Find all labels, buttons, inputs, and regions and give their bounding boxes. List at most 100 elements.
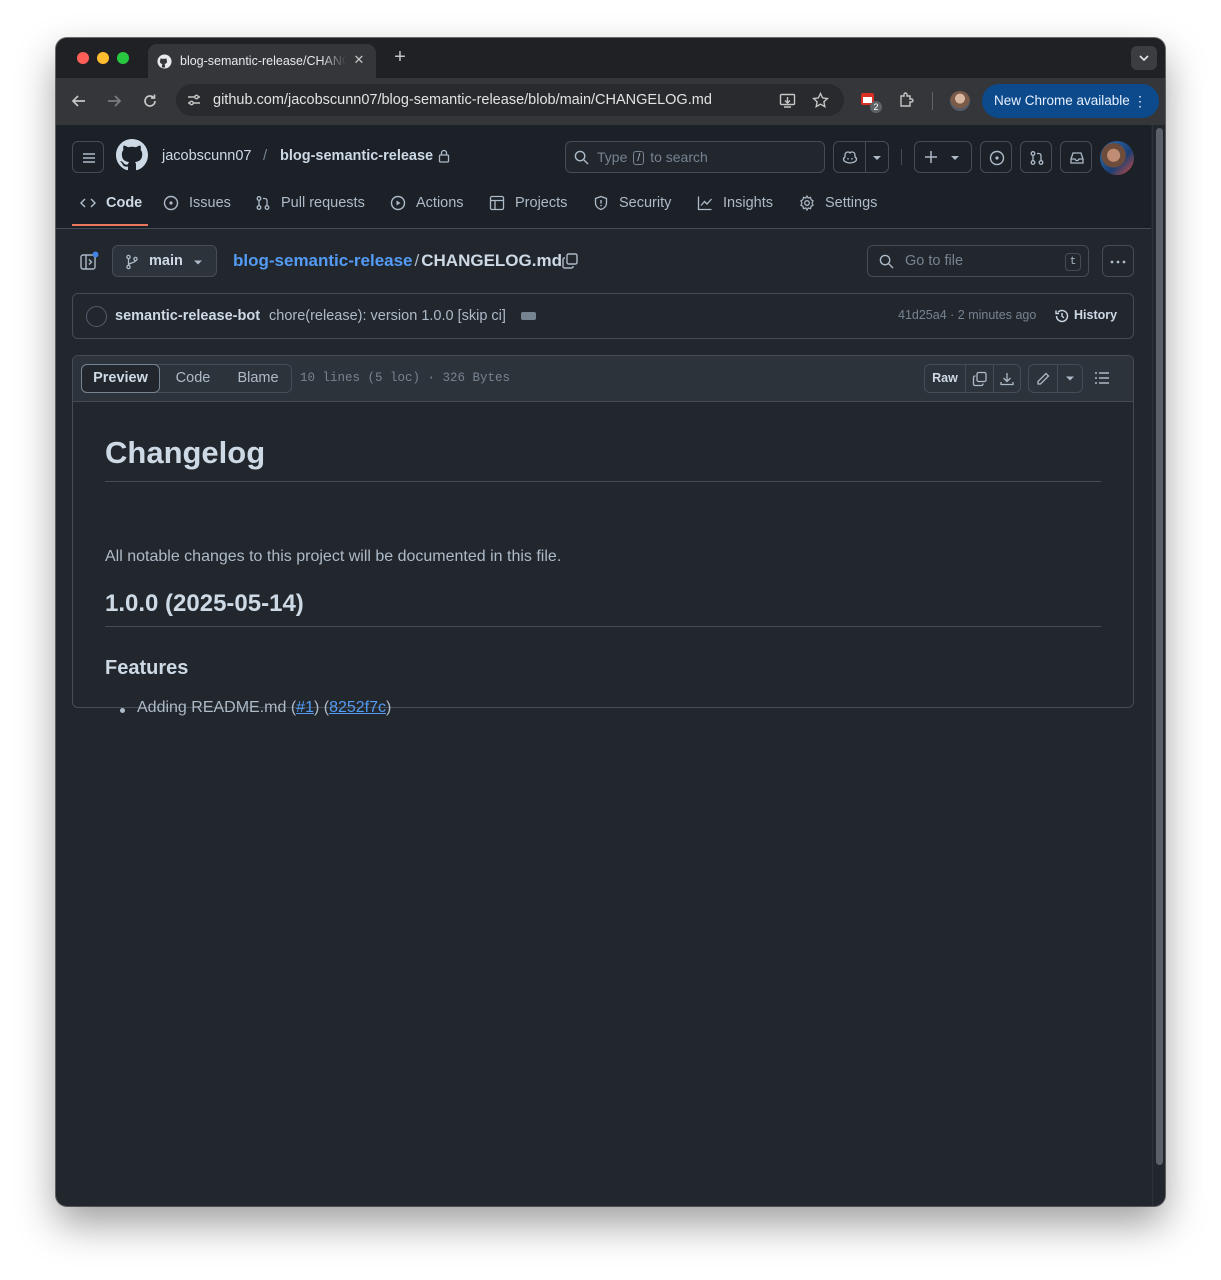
hamburger-menu-button[interactable]: [72, 141, 104, 173]
tab-projects-label: Projects: [515, 195, 568, 211]
caret-down-icon: [194, 260, 202, 265]
commit-sha-time[interactable]: 41d25a4 · 2 minutes ago: [898, 308, 1036, 322]
raw-group-divider: [993, 365, 994, 392]
view-mode-segmented-control: Preview Code Blame: [81, 364, 292, 393]
forward-icon[interactable]: [105, 92, 123, 110]
breadcrumb-separator: /: [414, 251, 420, 270]
new-tab-icon[interactable]: +: [391, 47, 409, 67]
list-unordered-icon[interactable]: [1094, 370, 1110, 386]
shield-icon: [594, 195, 608, 211]
search-icon: [879, 254, 894, 269]
copilot-button[interactable]: [833, 141, 889, 173]
issue-opened-icon: [163, 195, 179, 211]
pencil-icon[interactable]: [1035, 371, 1051, 387]
maximize-window-button[interactable]: [117, 52, 129, 64]
pull-requests-button[interactable]: [1020, 141, 1052, 173]
raw-button[interactable]: Raw: [925, 365, 966, 392]
history-label: History: [1074, 308, 1118, 322]
kebab-horizontal-icon: [1110, 260, 1126, 264]
hamburger-icon: [83, 153, 95, 163]
issue-link[interactable]: #1: [296, 699, 314, 716]
tab-blame[interactable]: Blame: [224, 365, 292, 392]
reload-icon[interactable]: [141, 92, 159, 110]
page-scrollbar[interactable]: [1152, 125, 1165, 1206]
copy-path-icon[interactable]: [561, 252, 579, 270]
commit-author-link[interactable]: semantic-release-bot: [115, 308, 260, 324]
create-new-button[interactable]: [914, 141, 972, 173]
copilot-icon: [842, 151, 858, 164]
browser-window: blog-semantic-release/CHANGELOG.md ✕ + g…: [56, 38, 1165, 1206]
git-branch-icon: [126, 254, 138, 270]
toolbar-divider: [932, 92, 933, 110]
copy-icon[interactable]: [972, 371, 988, 387]
copilot-divider: [865, 142, 866, 172]
extension-badge: 2: [870, 101, 882, 113]
caret-down-icon[interactable]: [872, 154, 882, 162]
expand-file-tree-icon[interactable]: [78, 250, 100, 272]
github-logo-icon[interactable]: [116, 139, 148, 171]
scrollbar-thumb[interactable]: [1156, 128, 1163, 1165]
extensions-puzzle-icon[interactable]: [898, 91, 916, 109]
repo-name-link[interactable]: blog-semantic-release: [280, 148, 433, 164]
repo-owner-link[interactable]: jacobscunn07: [162, 148, 252, 164]
play-icon: [390, 195, 406, 211]
list-bullet: [120, 708, 125, 713]
url-path: /jacobscunn07/blog-semantic-release/blob…: [283, 92, 712, 108]
inbox-icon: [1070, 152, 1084, 164]
commit-message-link[interactable]: chore(release): version 1.0.0 [skip ci]: [269, 308, 506, 324]
file-toolbar: Preview Code Blame 10 lines (5 loc) · 32…: [73, 356, 1133, 402]
close-window-button[interactable]: [77, 52, 89, 64]
raw-actions-group: Raw: [924, 364, 1021, 393]
lock-icon: [438, 149, 450, 163]
go-to-file-input[interactable]: Go to file t: [867, 245, 1089, 277]
minimize-window-button[interactable]: [97, 52, 109, 64]
active-tab-underline: [72, 224, 148, 226]
go-to-file-shortcut: t: [1065, 253, 1081, 271]
intro-paragraph: All notable changes to this project will…: [105, 548, 562, 565]
profile-avatar[interactable]: [950, 91, 970, 111]
owner-repo-separator: /: [263, 147, 268, 164]
tab-code-view[interactable]: Code: [162, 365, 224, 392]
commit-link[interactable]: 8252f7c: [329, 699, 386, 716]
tab-preview[interactable]: Preview: [81, 364, 160, 393]
back-icon[interactable]: [70, 92, 88, 110]
gear-icon: [800, 195, 814, 211]
breadcrumb-repo-link[interactable]: blog-semantic-release: [233, 251, 413, 270]
features-heading: Features: [105, 657, 189, 679]
browser-toolbar: github.com/jacobscunn07/blog-semantic-re…: [56, 78, 1165, 125]
expand-commit-message-button[interactable]: [521, 305, 536, 320]
tab-close-icon[interactable]: ✕: [352, 53, 366, 67]
search-suffix: to search: [650, 149, 708, 165]
install-app-icon[interactable]: [779, 92, 796, 109]
search-input[interactable]: Type / to search: [565, 141, 825, 173]
file-viewer: Preview Code Blame 10 lines (5 loc) · 32…: [72, 355, 1134, 716]
issues-button[interactable]: [980, 141, 1012, 173]
git-pull-request-icon: [1030, 151, 1044, 165]
tab-search-button[interactable]: [1131, 46, 1157, 70]
new-chrome-available-button[interactable]: New Chrome available ⋮: [982, 84, 1159, 118]
url-host: github.com: [213, 92, 284, 108]
new-chrome-label: New Chrome available: [994, 93, 1130, 108]
bot-avatar[interactable]: [86, 306, 107, 327]
address-bar[interactable]: github.com/jacobscunn07/blog-semantic-re…: [176, 84, 844, 116]
tab-code-label: Code: [106, 195, 143, 211]
table-icon: [489, 195, 505, 211]
caret-down-icon: [951, 156, 959, 160]
user-avatar[interactable]: [1100, 141, 1134, 175]
go-to-file-placeholder: Go to file: [905, 253, 964, 269]
more-options-button[interactable]: [1102, 245, 1134, 277]
bookmark-star-icon[interactable]: [812, 92, 829, 109]
version-heading: 1.0.0 (2025-05-14): [105, 590, 1101, 627]
download-icon[interactable]: [999, 371, 1015, 387]
branch-selector[interactable]: main: [112, 245, 217, 277]
inbox-button[interactable]: [1060, 141, 1092, 173]
header-divider: [901, 149, 902, 165]
site-settings-icon[interactable]: [186, 92, 202, 108]
caret-down-icon[interactable]: [1065, 376, 1075, 382]
edit-actions-group: [1028, 364, 1083, 393]
list-item: Adding README.md (#1) (8252f7c): [137, 699, 391, 717]
repo-nav: Code Issues Pull requests Actions Projec…: [56, 185, 1151, 229]
browser-tab[interactable]: blog-semantic-release/CHANGELOG.md ✕: [148, 44, 376, 78]
search-icon: [574, 150, 589, 165]
search-shortcut-key: /: [633, 151, 645, 165]
